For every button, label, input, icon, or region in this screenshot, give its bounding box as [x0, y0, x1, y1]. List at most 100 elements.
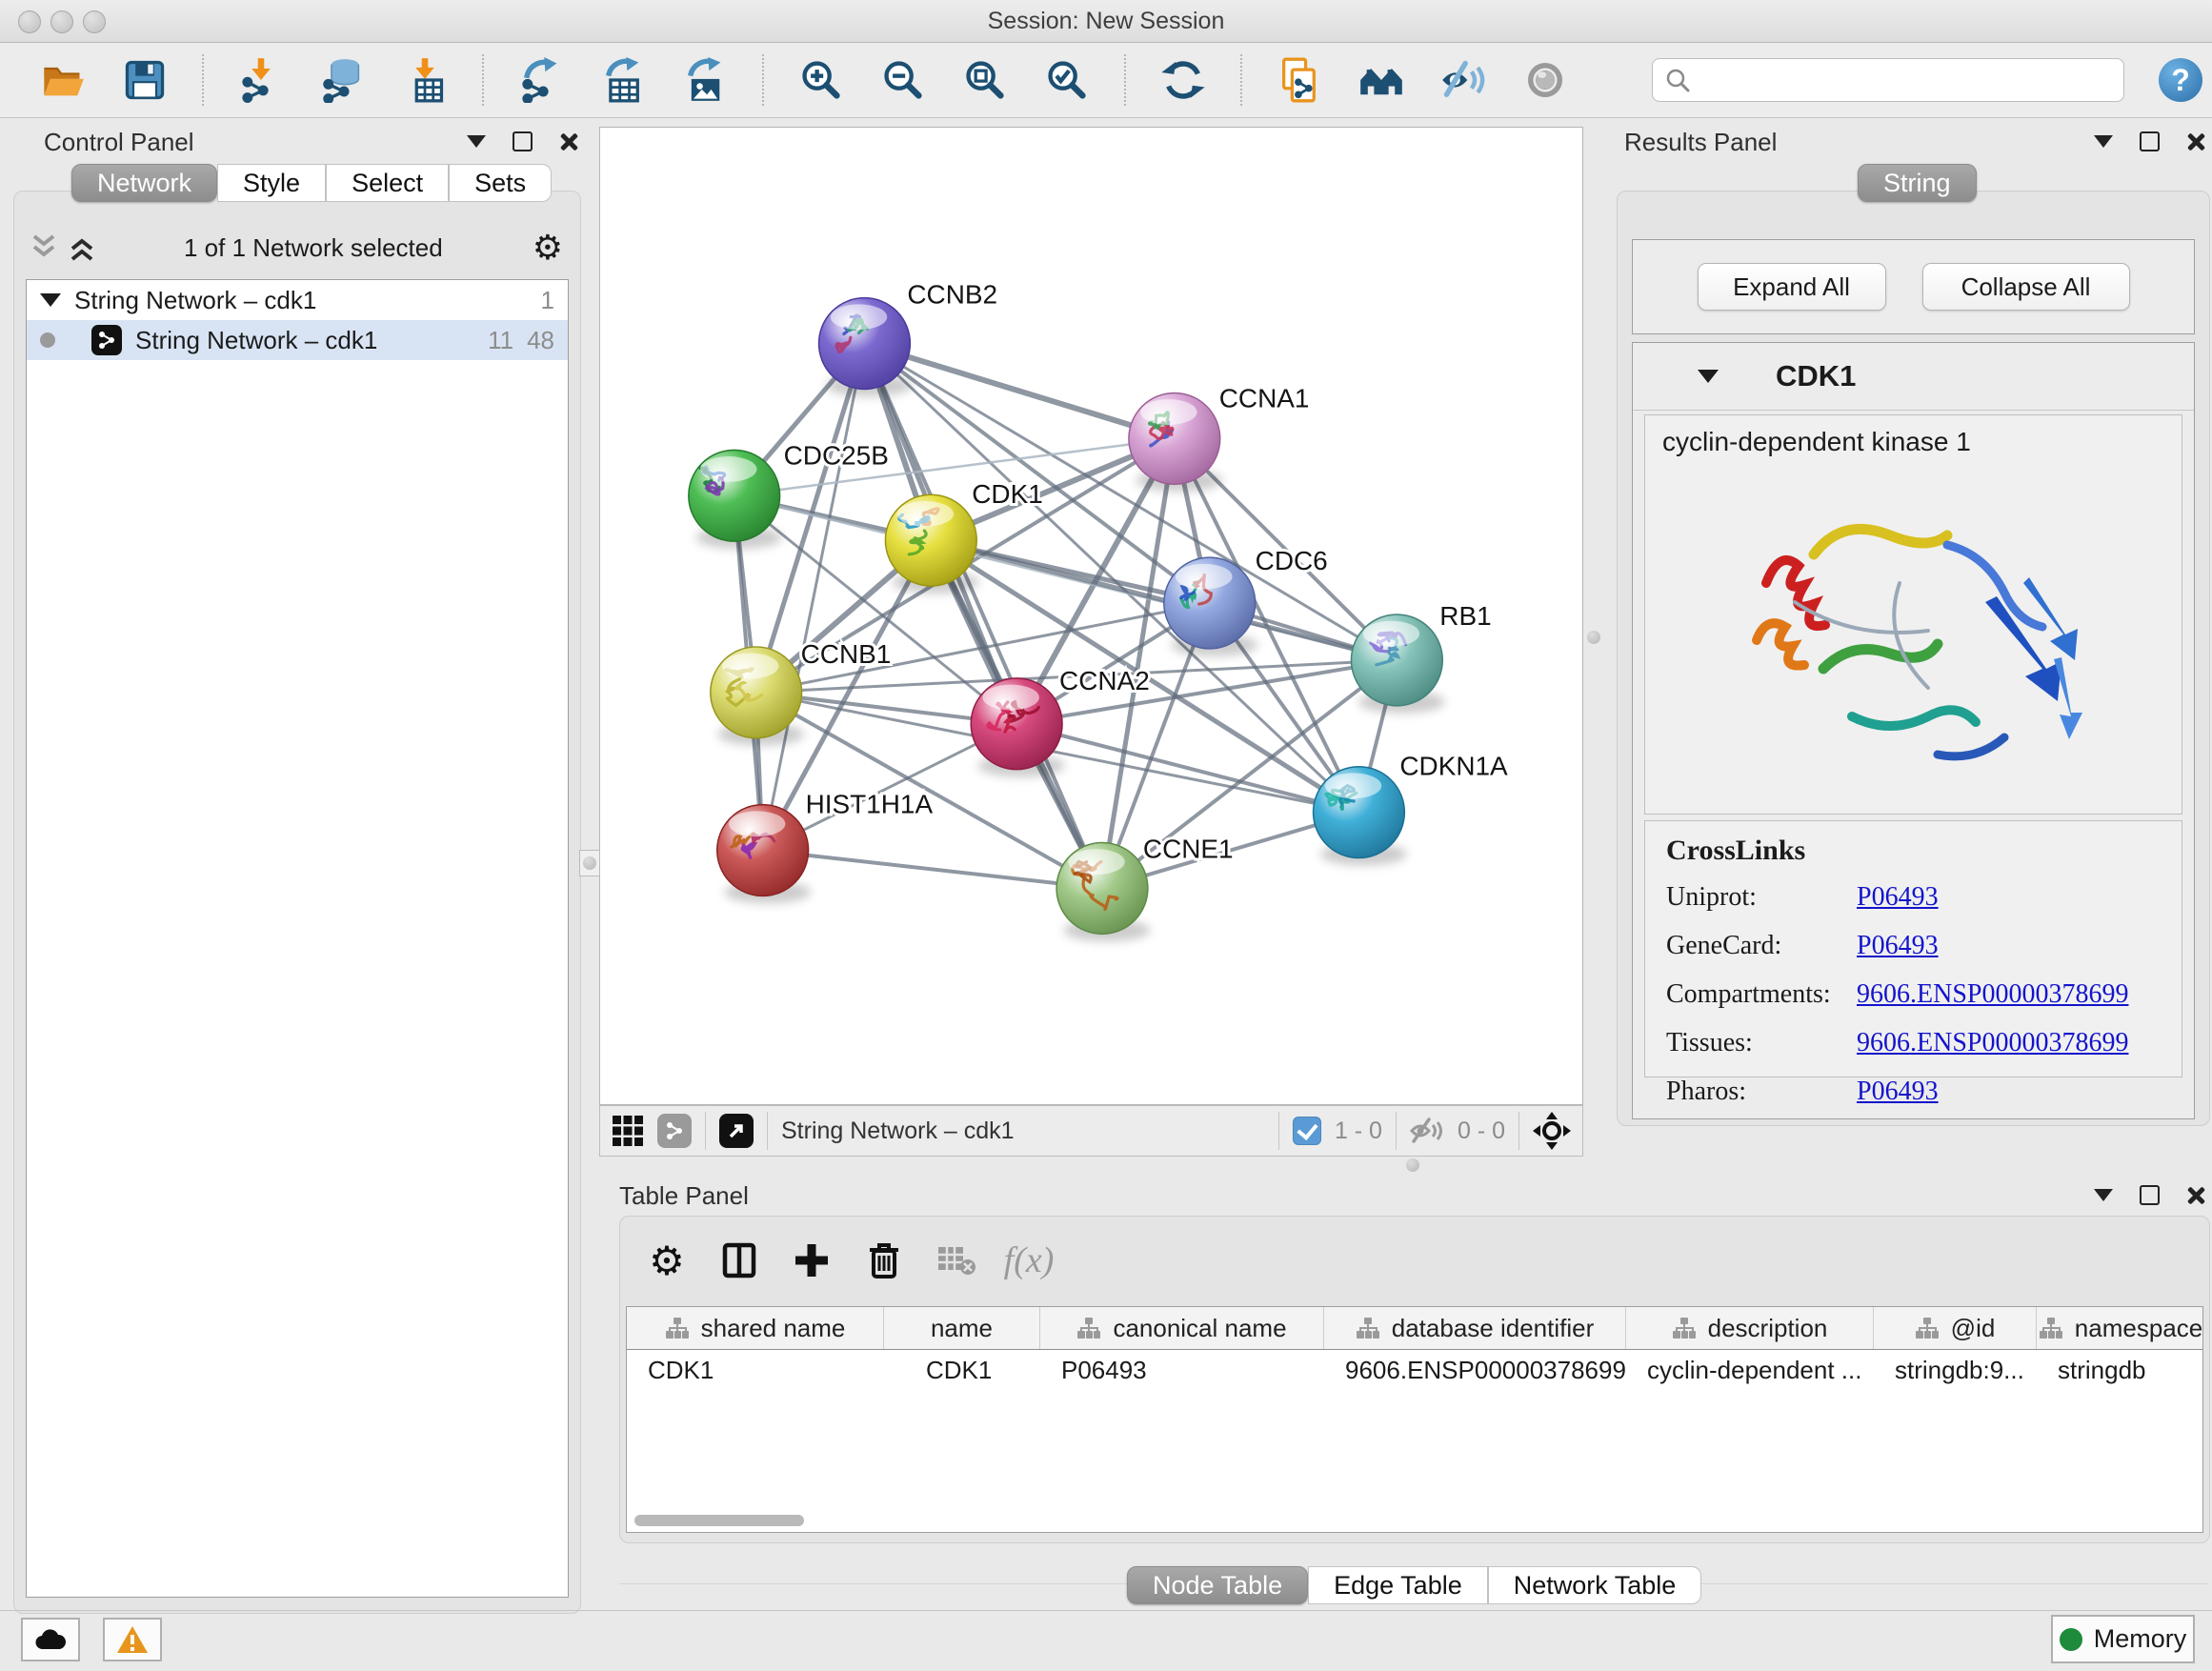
column-header-namespace[interactable]: namespace: [2037, 1307, 2203, 1349]
pan-crosshair-icon[interactable]: [1533, 1112, 1571, 1150]
export-image-button[interactable]: [680, 55, 730, 105]
table-options-gear-icon[interactable]: ⚙: [645, 1238, 689, 1282]
import-network-from-database-button[interactable]: [318, 55, 368, 105]
table-panel: ⚙ f(x) shared name name canonical name d…: [619, 1216, 2210, 1543]
table-panel-close-icon[interactable]: [2186, 1186, 2205, 1205]
cell-name[interactable]: CDK1: [884, 1350, 1040, 1390]
grid-view-icon[interactable]: [612, 1115, 644, 1147]
crosslinks-title: CrossLinks: [1666, 835, 2161, 867]
hide-selected-button[interactable]: [1438, 55, 1488, 105]
network-share-icon[interactable]: [657, 1114, 692, 1148]
clone-network-button[interactable]: [1275, 55, 1324, 105]
cell-canonical-name[interactable]: P06493: [1040, 1350, 1324, 1390]
function-builder-icon[interactable]: f(x): [1007, 1238, 1051, 1282]
tab-network[interactable]: Network: [71, 164, 217, 202]
control-panel-collapse-icon[interactable]: [467, 135, 486, 148]
results-panel-float-icon[interactable]: [2140, 131, 2160, 151]
cell-description[interactable]: cyclin-dependent ...: [1626, 1350, 1874, 1390]
export-table-button[interactable]: [598, 55, 648, 105]
import-network-from-file-button[interactable]: [236, 55, 286, 105]
column-header-database-identifier[interactable]: database identifier: [1324, 1307, 1626, 1349]
control-panel-close-icon[interactable]: [559, 132, 578, 151]
cell-database-identifier[interactable]: 9606.ENSP00000378699: [1324, 1350, 1626, 1390]
network-tree-root-row[interactable]: String Network – cdk1 1: [27, 280, 568, 320]
tab-edge-table[interactable]: Edge Table: [1308, 1566, 1488, 1604]
column-header-shared-name[interactable]: shared name: [627, 1307, 884, 1349]
column-header-description[interactable]: description: [1626, 1307, 1874, 1349]
column-header-name[interactable]: name: [884, 1307, 1040, 1349]
export-network-icon: [518, 57, 564, 103]
collapse-all-button[interactable]: Collapse All: [1922, 263, 2130, 311]
table-row[interactable]: CDK1 CDK1 P06493 9606.ENSP00000378699 cy…: [627, 1350, 2202, 1390]
gene-description: cyclin-dependent kinase 1: [1645, 415, 2182, 469]
tab-sets[interactable]: Sets: [449, 164, 552, 202]
network-tree-child-row[interactable]: String Network – cdk1 11 48: [27, 320, 568, 360]
expand-all-icon[interactable]: [70, 233, 94, 262]
table-panel-float-icon[interactable]: [2140, 1185, 2160, 1205]
collapse-all-icon[interactable]: [31, 233, 56, 262]
cloud-status-button[interactable]: [21, 1618, 80, 1661]
zoom-selected-button[interactable]: [1042, 55, 1092, 105]
cell-namespace[interactable]: stringdb: [2037, 1350, 2203, 1390]
network-canvas[interactable]: CCNB2CCNA1CDC25BCDK1CDC6RB1CCNB1CCNA2CDK…: [599, 127, 1583, 1105]
zoom-out-button[interactable]: [878, 55, 928, 105]
entry-expander-icon[interactable]: [1698, 370, 1719, 383]
tab-string[interactable]: String: [1858, 164, 1977, 202]
apply-layout-button[interactable]: [1158, 55, 1208, 105]
crosslink-label: Uniprot:: [1666, 882, 1857, 913]
search-input[interactable]: [1652, 58, 2124, 102]
table-horizontal-scrollbar[interactable]: [634, 1515, 804, 1526]
crosslink-uniprot-link[interactable]: P06493: [1857, 882, 1939, 913]
cell-id[interactable]: stringdb:9...: [1874, 1350, 2037, 1390]
right-splitter-handle[interactable]: [1584, 625, 1603, 650]
table-panel-collapse-icon[interactable]: [2094, 1189, 2113, 1201]
selected-items-checkbox[interactable]: [1293, 1117, 1321, 1145]
open-session-button[interactable]: [38, 55, 88, 105]
show-all-button[interactable]: [1520, 55, 1570, 105]
crosslink-pharos-link[interactable]: P06493: [1857, 1077, 1939, 1107]
network-graph[interactable]: CCNB2CCNA1CDC25BCDK1CDC6RB1CCNB1CCNA2CDK…: [600, 128, 1582, 1104]
warning-icon: [116, 1625, 149, 1654]
control-panel-float-icon[interactable]: [513, 131, 533, 151]
zoom-fit-button[interactable]: [960, 55, 1010, 105]
column-header-canonical-name[interactable]: canonical name: [1040, 1307, 1324, 1349]
results-panel: Expand All Collapse All CDK1 cyclin-depe…: [1617, 191, 2210, 1126]
tab-network-table[interactable]: Network Table: [1488, 1566, 1702, 1604]
delete-table-icon[interactable]: [935, 1238, 978, 1282]
tree-expander-icon[interactable]: [40, 293, 61, 307]
network-collection-count: 1: [541, 286, 554, 315]
memory-status-button[interactable]: Memory: [2051, 1615, 2195, 1663]
show-columns-icon[interactable]: [717, 1238, 761, 1282]
crosslink-label: Compartments:: [1666, 979, 1857, 1010]
zoom-out-icon: [880, 57, 926, 103]
network-type-icon: [91, 325, 122, 355]
tab-style[interactable]: Style: [217, 164, 326, 202]
cloud-icon: [34, 1628, 67, 1651]
help-button[interactable]: ?: [2159, 58, 2202, 102]
left-splitter-handle[interactable]: [579, 850, 600, 876]
delete-column-trash-icon[interactable]: [862, 1238, 906, 1282]
zoom-selected-icon: [1044, 57, 1090, 103]
cell-shared-name[interactable]: CDK1: [627, 1350, 884, 1390]
result-entry-header[interactable]: CDK1: [1633, 343, 2194, 411]
tab-node-table[interactable]: Node Table: [1127, 1566, 1308, 1604]
results-panel-collapse-icon[interactable]: [2094, 135, 2113, 148]
crosslink-tissues-link[interactable]: 9606.ENSP00000378699: [1857, 1028, 2128, 1058]
column-header-id[interactable]: @id: [1874, 1307, 2037, 1349]
add-column-icon[interactable]: [790, 1238, 834, 1282]
bottom-splitter-handle[interactable]: [1406, 1158, 1419, 1172]
results-panel-close-icon[interactable]: [2186, 132, 2205, 151]
zoom-in-button[interactable]: [796, 55, 846, 105]
crosslink-compartments-link[interactable]: 9606.ENSP00000378699: [1857, 979, 2128, 1010]
warning-status-button[interactable]: [103, 1618, 162, 1661]
export-network-button[interactable]: [516, 55, 566, 105]
expand-all-button[interactable]: Expand All: [1698, 263, 1886, 311]
tab-select[interactable]: Select: [326, 164, 449, 202]
save-session-button[interactable]: [120, 55, 170, 105]
crosslink-genecard-link[interactable]: P06493: [1857, 931, 1939, 961]
network-options-gear-icon[interactable]: ⚙: [533, 229, 563, 268]
birdseye-view-icon[interactable]: [719, 1114, 754, 1148]
import-table-button[interactable]: [400, 55, 450, 105]
results-panel-title: Results Panel: [1624, 128, 1777, 157]
first-neighbors-button[interactable]: [1357, 55, 1406, 105]
